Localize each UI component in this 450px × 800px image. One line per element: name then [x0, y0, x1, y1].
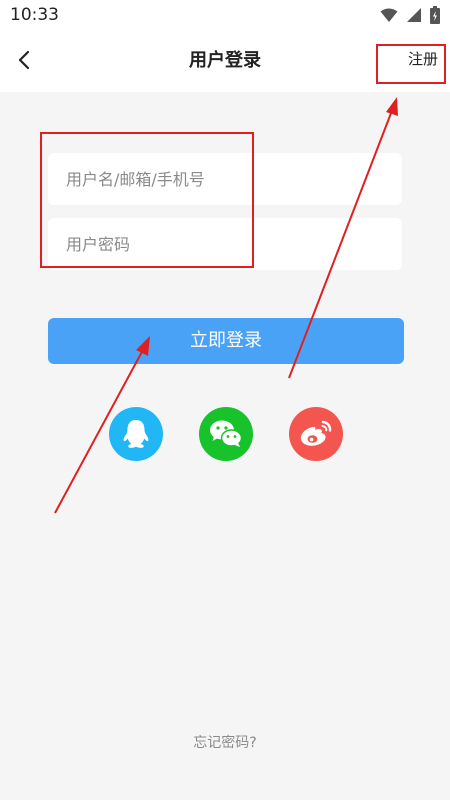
signal-icon — [407, 8, 421, 22]
status-bar: 10:33 — [0, 0, 450, 30]
forgot-password-link[interactable]: 忘记密码? — [0, 732, 450, 752]
status-time: 10:33 — [10, 5, 59, 25]
wifi-icon — [380, 8, 398, 22]
login-button[interactable]: 立即登录 — [48, 318, 404, 364]
wechat-login-button[interactable] — [199, 407, 253, 461]
annotation-box-register — [376, 44, 446, 84]
wechat-icon — [210, 420, 243, 447]
annotation-arrows — [54, 97, 398, 514]
qq-icon — [123, 420, 149, 448]
annotation-arrowhead-register — [386, 97, 398, 116]
weibo-login-button[interactable] — [289, 407, 343, 461]
back-button[interactable] — [10, 45, 40, 75]
battery-icon — [430, 6, 440, 24]
back-arrow-icon — [18, 50, 30, 70]
status-icons — [380, 6, 440, 24]
weibo-icon — [300, 420, 332, 446]
qq-login-button[interactable] — [109, 407, 163, 461]
annotation-box-inputs — [40, 132, 254, 268]
